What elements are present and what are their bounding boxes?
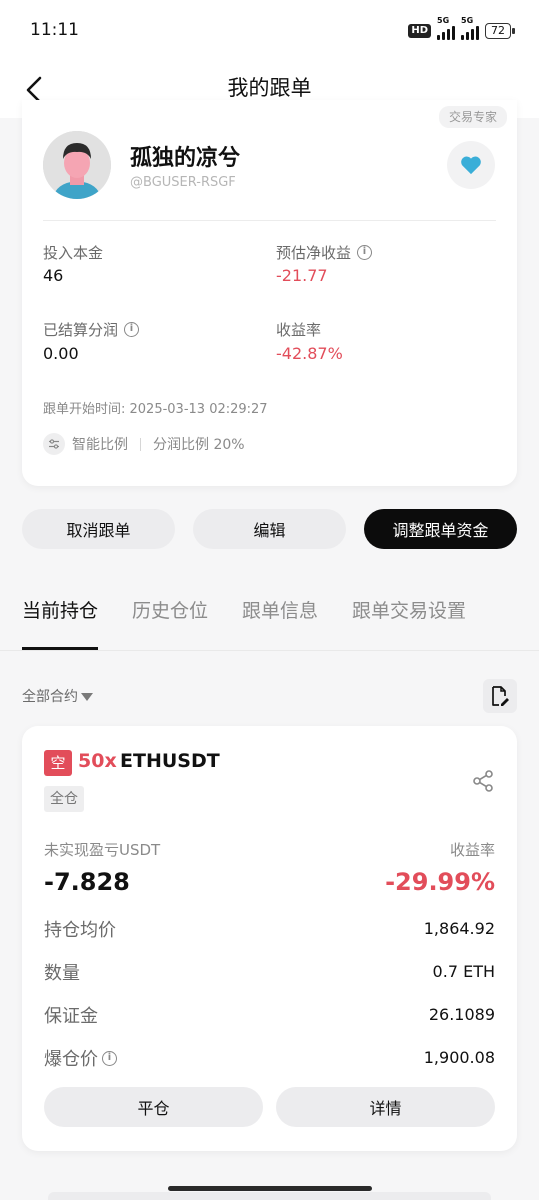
avatar[interactable] [43, 131, 111, 199]
contract-filter[interactable]: 全部合约 [22, 686, 93, 706]
page-title: 我的跟单 [227, 76, 312, 100]
est-net-label: 预估净收益 i [276, 242, 373, 263]
next-card-hint [48, 1192, 491, 1200]
profit-share-label: 分润比例 20% [153, 437, 245, 453]
copy-mode-row: 智能比例 分润比例 20% [43, 433, 245, 455]
roi-label: 收益率 [276, 321, 322, 339]
position-card: 空 50x ETHUSDT 全仓 未实现盈亏USDT 收益率 -7.828 -2… [22, 726, 517, 1151]
settled-value: 0.00 [43, 344, 79, 363]
dropdown-triangle-icon [81, 693, 93, 701]
margin-mode-badge: 全仓 [44, 786, 84, 812]
signal-icon: 5G [437, 16, 455, 40]
status-bar: 11:11 HD 5G 5G 72 [0, 0, 539, 62]
quantity-label: 数量 [44, 963, 80, 984]
start-time: 跟单开始时间: 2025-03-13 02:29:27 [43, 402, 268, 417]
tabs-divider [0, 650, 539, 651]
copy-mode-label: 智能比例 [72, 437, 128, 453]
hd-voice-icon: HD [408, 24, 431, 38]
unrealized-pnl-label: 未实现盈亏USDT [44, 841, 161, 859]
sliders-icon [43, 433, 65, 455]
settled-label: 已结算分润 i [43, 319, 140, 340]
entry-price-label: 持仓均价 [44, 920, 116, 941]
status-indicators: HD 5G 5G 72 [408, 16, 515, 40]
document-edit-icon [492, 686, 509, 706]
status-time: 11:11 [30, 20, 79, 40]
contract-filter-label: 全部合约 [22, 689, 78, 705]
heart-icon [461, 156, 481, 175]
battery-icon: 72 [485, 23, 515, 39]
est-net-value: -21.77 [276, 266, 328, 285]
tab-history-positions[interactable]: 历史仓位 [132, 596, 208, 650]
trader-handle: @BGUSER-RSGF [130, 175, 236, 190]
order-document-button[interactable] [483, 679, 517, 713]
entry-price-value: 1,864.92 [423, 919, 495, 938]
symbol: ETHUSDT [120, 750, 220, 772]
unrealized-pnl-value: -7.828 [44, 868, 130, 896]
cancel-copy-button[interactable]: 取消跟单 [22, 509, 175, 549]
tab-copy-settings[interactable]: 跟单交易设置 [352, 596, 466, 650]
tab-bar: 当前持仓 历史仓位 跟单信息 跟单交易设置 [22, 596, 466, 650]
separator [140, 437, 141, 451]
liquidation-price-label: 爆仓价 i [44, 1045, 117, 1071]
roi-value: -42.87% [276, 344, 343, 363]
info-icon[interactable]: i [357, 245, 373, 260]
roe-label: 收益率 [449, 841, 495, 859]
signal-icon-2: 5G [461, 16, 479, 40]
tab-current-positions[interactable]: 当前持仓 [22, 596, 99, 650]
trader-card: 交易专家 孤独的凉兮 @BGUSER-RSGF 投入本金 46 预估净收益 i … [22, 100, 517, 486]
edit-button[interactable]: 编辑 [193, 509, 346, 549]
roe-value: -29.99% [385, 868, 495, 896]
details-button[interactable]: 详情 [276, 1087, 495, 1127]
short-badge: 空 [44, 750, 72, 776]
info-icon[interactable]: i [102, 1050, 117, 1066]
info-icon[interactable]: i [124, 322, 140, 337]
share-icon[interactable] [471, 769, 495, 793]
tab-copy-info[interactable]: 跟单信息 [242, 596, 318, 650]
leverage: 50x [78, 750, 117, 772]
close-position-button[interactable]: 平仓 [44, 1087, 263, 1127]
invested-label: 投入本金 [43, 244, 104, 262]
invested-value: 46 [43, 266, 64, 285]
favorite-button[interactable] [447, 141, 495, 189]
adjust-funds-button[interactable]: 调整跟单资金 [364, 509, 517, 549]
liquidation-price-value: 1,900.08 [423, 1048, 495, 1067]
margin-label: 保证金 [44, 1006, 98, 1027]
quantity-value: 0.7 ETH [432, 962, 495, 981]
home-indicator[interactable] [168, 1186, 372, 1191]
expert-tag: 交易专家 [438, 106, 507, 128]
divider [43, 220, 496, 221]
margin-value: 26.1089 [428, 1005, 495, 1024]
trader-name: 孤独的凉兮 [130, 146, 241, 171]
